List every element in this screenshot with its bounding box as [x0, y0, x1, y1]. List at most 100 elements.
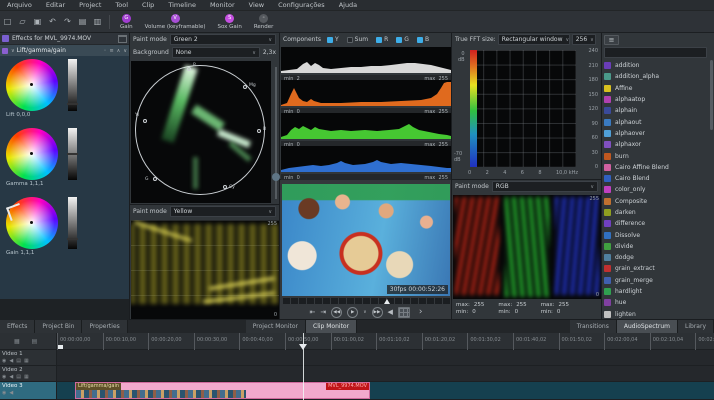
effect-up-icon[interactable]: ∧	[117, 48, 121, 54]
lift-level-slider[interactable]	[68, 59, 77, 111]
timeline-tool-icon[interactable]: ▤	[32, 338, 38, 345]
toolbar-icon[interactable]: ↷	[61, 15, 74, 28]
dock-tab[interactable]: Project Monitor	[246, 320, 306, 333]
composition-item[interactable]: difference	[604, 218, 708, 229]
composition-item[interactable]: Dissolve	[604, 229, 708, 240]
forward-icon[interactable]: ▶▶	[372, 307, 383, 318]
gain-level-slider[interactable]	[68, 197, 77, 249]
histogram-component-checkbox[interactable]: G	[396, 36, 409, 43]
gamma-level-slider[interactable]	[68, 128, 77, 180]
histogram-component-checkbox[interactable]: R	[376, 36, 388, 43]
menu-item[interactable]: Clip	[135, 0, 161, 11]
slider-handle[interactable]	[67, 153, 78, 155]
effect-collapse-icon[interactable]: ∨	[11, 48, 15, 54]
dock-tab[interactable]: Transitions	[570, 320, 617, 333]
timeline-tool-icon[interactable]: ▦	[14, 338, 20, 345]
toolbar-action-button[interactable]: ◦ Render	[254, 14, 274, 30]
track-lock-icon[interactable]: ▤	[16, 358, 21, 364]
composition-item[interactable]: grain_extract	[604, 263, 708, 274]
dock-tab[interactable]: Project Bin	[35, 320, 82, 333]
track-header-video1[interactable]: Video 1 ◉ ◀ ▤ ▦	[0, 350, 57, 366]
dock-tab[interactable]: Clip Monitor	[306, 320, 357, 333]
effect-menu-icon[interactable]: ≡	[109, 48, 113, 54]
timeline-clip[interactable]: Lift/gamma/gain MVL_9974.MOV	[75, 382, 370, 399]
histogram-component-checkbox[interactable]: Y	[327, 36, 339, 43]
composition-item[interactable]: darken	[604, 207, 708, 218]
playhead-marker[interactable]	[299, 344, 307, 350]
composition-item[interactable]: alphaover	[604, 128, 708, 139]
composition-item[interactable]: divide	[604, 241, 708, 252]
vectorscope-zoom-slider[interactable]	[275, 67, 277, 199]
vectorscope-background-select[interactable]: None ∨	[172, 47, 260, 58]
effect-preset-icon[interactable]: ◦	[104, 48, 107, 54]
gain-color-wheel[interactable]	[6, 197, 58, 249]
track-effects-icon[interactable]: ▦	[24, 358, 29, 364]
track-hide-icon[interactable]: ◉	[2, 390, 6, 396]
composition-item[interactable]: addition	[604, 60, 708, 71]
fft-size-select[interactable]: 256 ∨	[572, 34, 596, 45]
dock-tab[interactable]: Effects	[0, 320, 35, 333]
menu-item[interactable]: Tool	[108, 0, 135, 11]
float-panel-icon[interactable]	[118, 35, 127, 43]
effect-down-icon[interactable]: ∨	[123, 48, 127, 54]
composition-item[interactable]: addition_alpha	[604, 71, 708, 82]
toolbar-action-button[interactable]: V Volume (keyframable)	[145, 14, 206, 30]
waveform-paint-mode-select[interactable]: Yellow ∨	[170, 206, 276, 217]
composition-item[interactable]: dodge	[604, 252, 708, 263]
dock-tab[interactable]: Properties	[82, 320, 127, 333]
composition-item[interactable]: Cairo Blend	[604, 173, 708, 184]
monitor-config-icon[interactable]	[398, 307, 410, 318]
wheel-handle[interactable]	[30, 83, 33, 86]
composition-item[interactable]: alphaout	[604, 116, 708, 127]
toolbar-icon[interactable]: ▱	[16, 15, 29, 28]
composition-item[interactable]: lighten	[604, 309, 708, 318]
effect-row[interactable]: ∨ Lift/gamma/gain ◦ ≡ ∧ ∨	[0, 45, 129, 56]
toolbar-icon[interactable]: □	[1, 15, 14, 28]
dock-tab[interactable]: Library	[678, 320, 714, 333]
timeline-zone-marker[interactable]	[58, 345, 63, 349]
fft-window-select[interactable]: Rectangular window ∨	[498, 34, 570, 45]
track-hide-icon[interactable]: ◉	[2, 374, 6, 380]
toolbar-action-button[interactable]: S Sox Gain	[217, 14, 241, 30]
volume-icon[interactable]: ◀	[388, 307, 393, 318]
composition-item[interactable]: Composite	[604, 196, 708, 207]
histogram-component-checkbox[interactable]: Sum	[347, 36, 368, 43]
toolbar-action-button[interactable]: G Gain	[120, 14, 133, 30]
track-mute-icon[interactable]: ◀	[9, 374, 13, 380]
track-header-video3[interactable]: Video 3 ◉ ◀	[0, 382, 57, 400]
composition-item[interactable]: alphain	[604, 105, 708, 116]
track-hide-icon[interactable]: ◉	[2, 358, 6, 364]
lift-color-wheel[interactable]	[6, 59, 58, 111]
parade-paint-mode-select[interactable]: RGB ∨	[492, 181, 598, 192]
composition-item[interactable]: Cairo Affine Blend	[604, 162, 708, 173]
play-icon[interactable]: ▶	[347, 307, 358, 318]
menu-item[interactable]: Ajuda	[332, 0, 364, 11]
menu-item[interactable]: Timeline	[161, 0, 203, 11]
composition-item[interactable]: hue	[604, 297, 708, 308]
wheel-handle[interactable]	[30, 152, 33, 155]
toolbar-icon[interactable]: ▤	[76, 15, 89, 28]
wheel-handle[interactable]	[30, 221, 33, 224]
toolbar-icon[interactable]: ▥	[91, 15, 104, 28]
menu-item[interactable]: Project	[72, 0, 108, 11]
composition-item[interactable]: alphaatop	[604, 94, 708, 105]
play-options-caret-icon[interactable]: ∨	[363, 307, 366, 318]
expand-icon[interactable]: ›	[419, 307, 423, 318]
track-lock-icon[interactable]: ▤	[16, 374, 21, 380]
composition-item[interactable]: hardlight	[604, 286, 708, 297]
slider-handle[interactable]	[67, 103, 78, 105]
slider-handle[interactable]	[67, 238, 78, 240]
track-video1[interactable]	[57, 350, 714, 366]
go-to-end-icon[interactable]: ⇥	[320, 307, 326, 318]
menu-item[interactable]: Configurações	[271, 0, 332, 11]
histogram-component-checkbox[interactable]: B	[417, 36, 429, 43]
gamma-color-wheel[interactable]	[6, 128, 58, 180]
timeline-ruler[interactable]: ▦ ▤ 00:00:00,0000:00:10,0000:00:20,0000:…	[0, 333, 714, 350]
seek-position-marker[interactable]	[384, 299, 390, 304]
track-mute-icon[interactable]: ◀	[9, 390, 13, 396]
toolbar-icon[interactable]: ↶	[46, 15, 59, 28]
track-header-video2[interactable]: Video 2 ◉ ◀ ▤ ▦	[0, 366, 57, 382]
composition-item[interactable]: alphaxor	[604, 139, 708, 150]
track-video2[interactable]	[57, 366, 714, 382]
rewind-icon[interactable]: ◀◀	[331, 307, 342, 318]
